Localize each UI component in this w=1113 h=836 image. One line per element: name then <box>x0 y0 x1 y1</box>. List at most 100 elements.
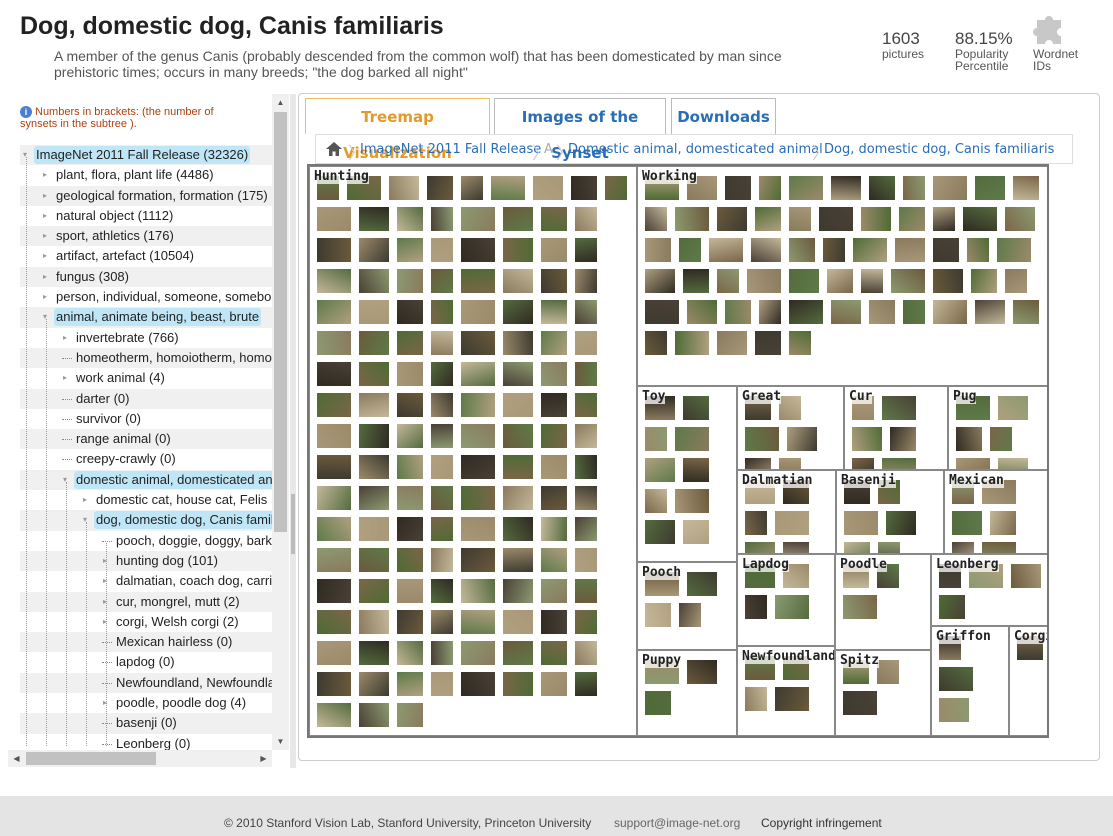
expand-toggle-icon[interactable]: ▸ <box>43 171 51 179</box>
footer-email-link[interactable]: support@image-net.org <box>614 816 740 830</box>
treemap-cell[interactable]: Great <box>737 386 844 470</box>
dog-thumbnail[interactable] <box>842 690 878 716</box>
dog-thumbnail[interactable] <box>644 457 676 483</box>
dog-thumbnail[interactable] <box>788 175 824 201</box>
scroll-thumb-horizontal[interactable] <box>26 752 156 765</box>
dog-thumbnail[interactable] <box>932 206 956 232</box>
dog-thumbnail[interactable] <box>788 206 812 232</box>
dog-thumbnail[interactable] <box>502 237 534 263</box>
dog-thumbnail[interactable] <box>788 299 824 325</box>
dog-thumbnail[interactable] <box>316 268 352 294</box>
dog-thumbnail[interactable] <box>1010 563 1042 589</box>
expand-toggle-icon[interactable]: ▸ <box>43 293 51 301</box>
tree-node-label[interactable]: natural object (1112) <box>54 207 175 225</box>
tree-node[interactable]: Mexican hairless (0) <box>20 632 278 653</box>
dog-thumbnail[interactable] <box>316 485 352 511</box>
treemap-cell[interactable]: Poodle <box>835 554 931 650</box>
dog-thumbnail[interactable] <box>894 237 926 263</box>
dog-thumbnail[interactable] <box>502 609 534 635</box>
treemap-cell[interactable]: Lapdog <box>737 554 835 646</box>
dog-thumbnail[interactable] <box>744 510 768 536</box>
scroll-down-arrow-icon[interactable]: ▼ <box>272 733 289 750</box>
dog-thumbnail[interactable] <box>430 640 454 666</box>
expand-toggle-icon[interactable]: ▸ <box>103 577 111 585</box>
tree-node-label[interactable]: pooch, doggie, doggy, barker <box>114 532 278 550</box>
dog-thumbnail[interactable] <box>782 541 810 553</box>
tree-node[interactable]: ▸ work animal (4) <box>20 368 278 388</box>
dog-thumbnail[interactable] <box>540 485 568 511</box>
tree-node[interactable]: ▸ geological formation, formation (175) <box>20 185 278 206</box>
dog-thumbnail[interactable] <box>970 268 998 294</box>
tab-treemap-visualization[interactable]: Treemap Visualization <box>305 98 490 162</box>
tree-node-label[interactable]: range animal (0) <box>74 430 173 448</box>
treemap-cell[interactable]: Pooch <box>637 562 737 650</box>
dog-thumbnail[interactable] <box>460 361 496 387</box>
tree-node-label[interactable]: Newfoundland, Newfoundland dog <box>114 674 278 692</box>
treemap-cell[interactable]: Working <box>637 166 1047 386</box>
dog-thumbnail[interactable] <box>396 237 424 263</box>
dog-thumbnail[interactable] <box>316 547 352 573</box>
dog-thumbnail[interactable] <box>826 268 854 294</box>
dog-thumbnail[interactable] <box>358 485 390 511</box>
dog-thumbnail[interactable] <box>396 516 424 542</box>
dog-thumbnail[interactable] <box>574 578 598 604</box>
expand-toggle-icon[interactable]: ▸ <box>43 232 51 240</box>
tree-node-label[interactable]: Mexican hairless (0) <box>114 633 234 651</box>
dog-thumbnail[interactable] <box>962 206 998 232</box>
tree-node[interactable]: ▸ natural object (1112) <box>20 206 278 226</box>
dog-thumbnail[interactable] <box>644 488 668 514</box>
dog-thumbnail[interactable] <box>682 457 710 483</box>
dog-thumbnail[interactable] <box>460 547 496 573</box>
dog-thumbnail[interactable] <box>902 175 926 201</box>
dog-thumbnail[interactable] <box>877 541 901 553</box>
dog-thumbnail[interactable] <box>460 330 496 356</box>
dog-thumbnail[interactable] <box>674 206 710 232</box>
dog-thumbnail[interactable] <box>460 609 496 635</box>
dog-thumbnail[interactable] <box>674 488 710 514</box>
dog-thumbnail[interactable] <box>430 671 454 697</box>
tree-node[interactable]: ▸ artifact, artefact (10504) <box>20 246 278 266</box>
treemap-cell[interactable]: Cur <box>844 386 948 470</box>
dog-thumbnail[interactable] <box>974 299 1006 325</box>
dog-thumbnail[interactable] <box>358 516 390 542</box>
wordnet-ids-link[interactable]: Wordnet IDs <box>1033 10 1093 72</box>
dog-thumbnail[interactable] <box>860 206 892 232</box>
dog-thumbnail[interactable] <box>966 237 990 263</box>
dog-thumbnail[interactable] <box>774 686 810 712</box>
dog-thumbnail[interactable] <box>460 485 496 511</box>
dog-thumbnail[interactable] <box>460 454 496 480</box>
dog-thumbnail[interactable] <box>532 175 564 201</box>
expand-toggle-icon[interactable]: ▸ <box>103 699 111 707</box>
tree-node[interactable]: ▾ dog, domestic dog, Canis familiaris <box>20 510 278 531</box>
expand-toggle-icon[interactable]: ▸ <box>103 617 111 626</box>
dog-thumbnail[interactable] <box>774 510 810 536</box>
tree-node-label[interactable]: artifact, artefact (10504) <box>54 247 196 265</box>
tree-node[interactable]: ▸ person, individual, someone, somebody <box>20 287 278 307</box>
tree-node-label[interactable]: work animal (4) <box>74 369 167 387</box>
tree-node[interactable]: lapdog (0) <box>20 652 278 672</box>
dog-thumbnail[interactable] <box>574 547 598 573</box>
dog-thumbnail[interactable] <box>682 395 710 421</box>
dog-thumbnail[interactable] <box>938 666 974 692</box>
dog-thumbnail[interactable] <box>316 454 352 480</box>
dog-thumbnail[interactable] <box>540 547 568 573</box>
dog-thumbnail[interactable] <box>885 510 917 536</box>
dog-thumbnail[interactable] <box>716 206 748 232</box>
dog-thumbnail[interactable] <box>744 686 768 712</box>
dog-thumbnail[interactable] <box>358 237 390 263</box>
tree-node[interactable]: ▸ corgi, Welsh corgi (2) <box>20 612 278 632</box>
dog-thumbnail[interactable] <box>843 510 879 536</box>
dog-thumbnail[interactable] <box>644 206 668 232</box>
collapse-toggle-icon[interactable]: ▾ <box>23 151 31 159</box>
tree-node[interactable]: ▸ sport, athletics (176) <box>20 226 278 247</box>
dog-thumbnail[interactable] <box>938 594 966 620</box>
dog-thumbnail[interactable] <box>818 206 854 232</box>
dog-thumbnail[interactable] <box>951 541 975 553</box>
dog-thumbnail[interactable] <box>574 237 598 263</box>
dog-thumbnail[interactable] <box>932 237 960 263</box>
dog-thumbnail[interactable] <box>574 516 598 542</box>
tree-node-label[interactable]: creepy-crawly (0) <box>74 450 178 468</box>
treemap-cell[interactable]: Newfoundland <box>737 646 835 736</box>
tree-node-label[interactable]: fungus (308) <box>54 268 131 286</box>
dog-thumbnail[interactable] <box>316 237 352 263</box>
